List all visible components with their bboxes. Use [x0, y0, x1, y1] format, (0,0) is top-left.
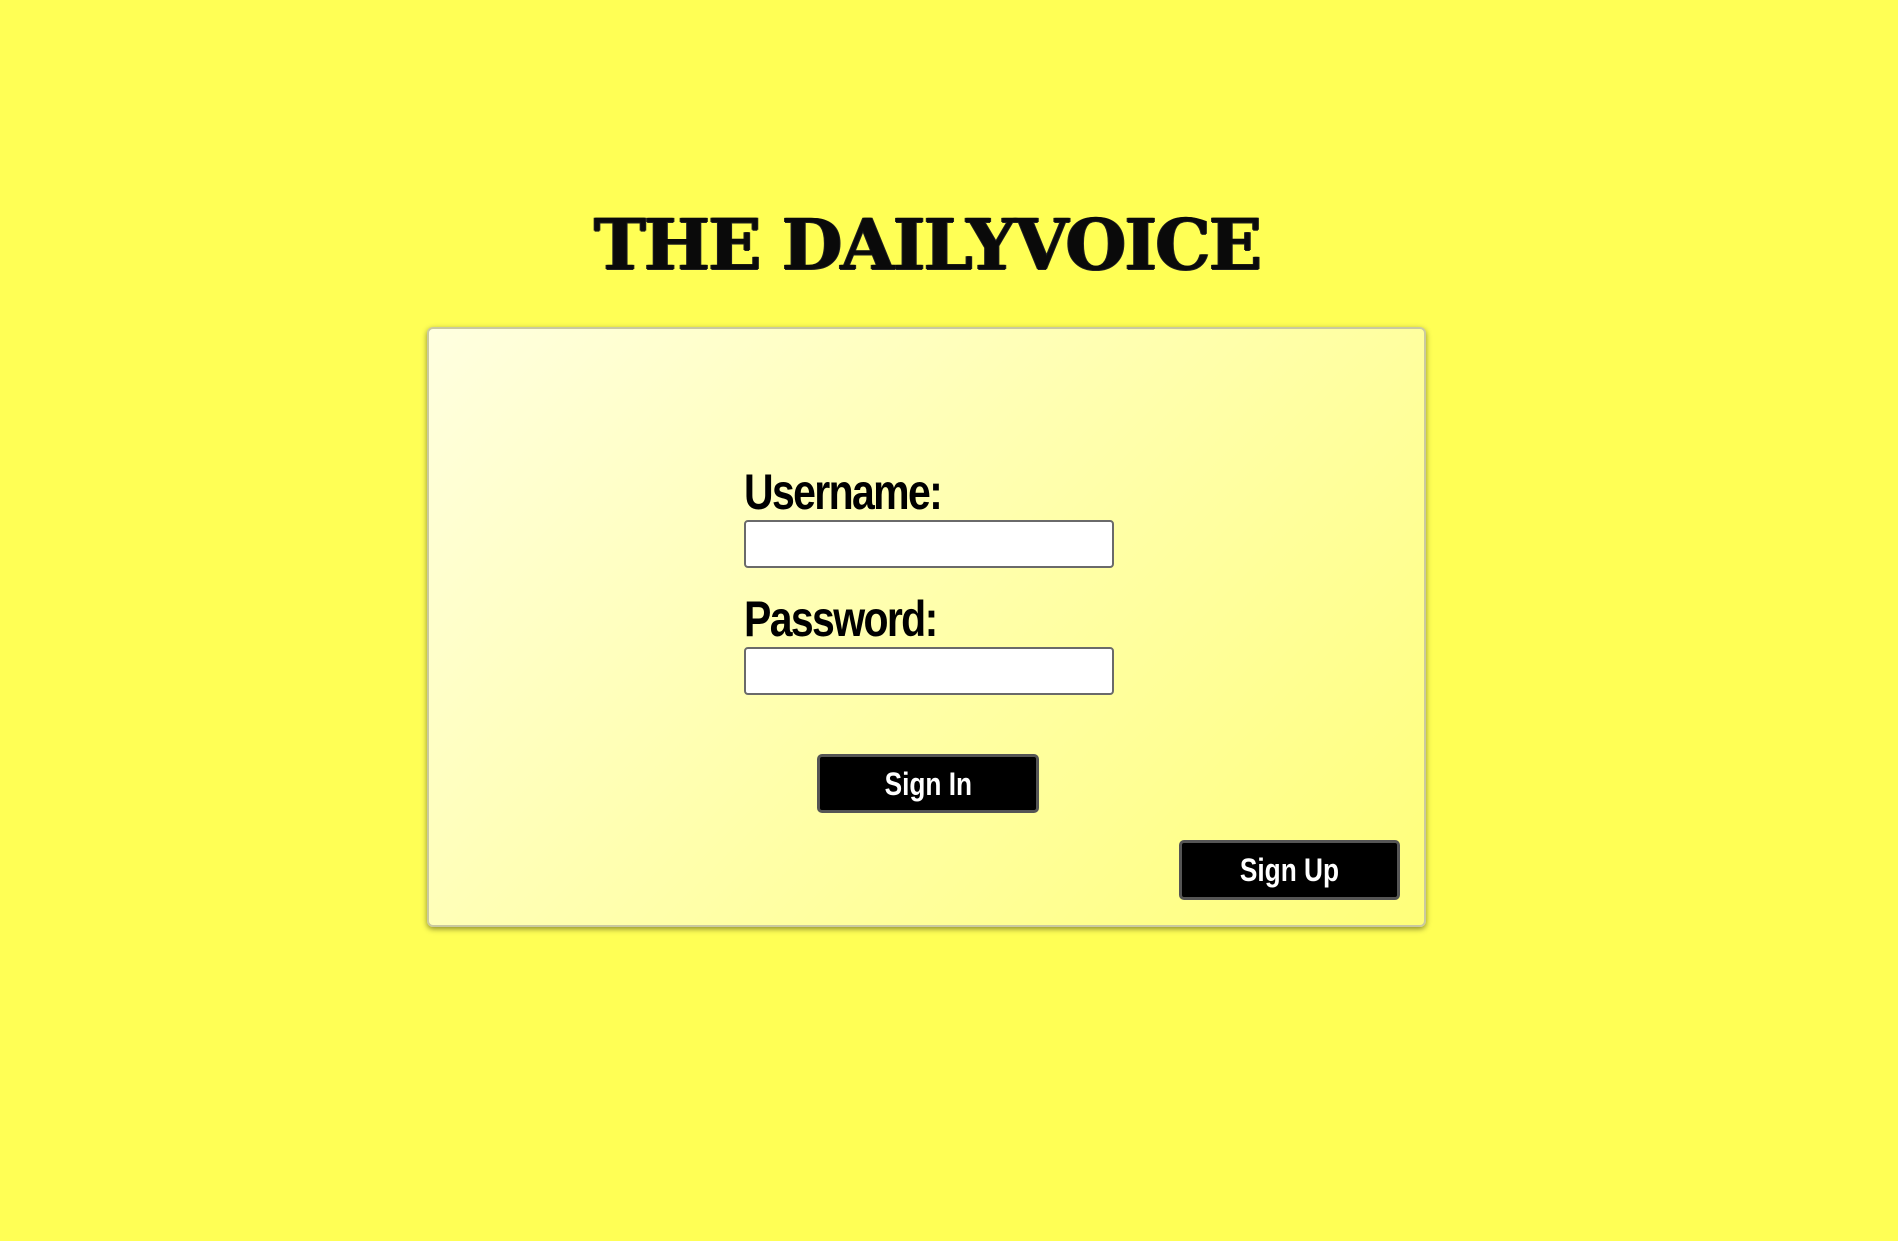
- login-form: Username: Password:: [744, 464, 1124, 695]
- login-card: Username: Password: Sign In Sign Up: [427, 327, 1426, 927]
- sign-up-button[interactable]: Sign Up: [1179, 840, 1400, 900]
- sign-up-button-label: Sign Up: [1239, 852, 1340, 888]
- username-input[interactable]: [744, 520, 1114, 568]
- password-input[interactable]: [744, 647, 1114, 695]
- site-logo: THE DAILYVOICE: [593, 203, 1262, 286]
- username-label: Username:: [744, 464, 943, 520]
- field-spacer: [744, 568, 1124, 591]
- sign-in-button-label: Sign In: [884, 765, 972, 802]
- sign-in-button[interactable]: Sign In: [817, 754, 1039, 813]
- password-label: Password:: [744, 591, 938, 647]
